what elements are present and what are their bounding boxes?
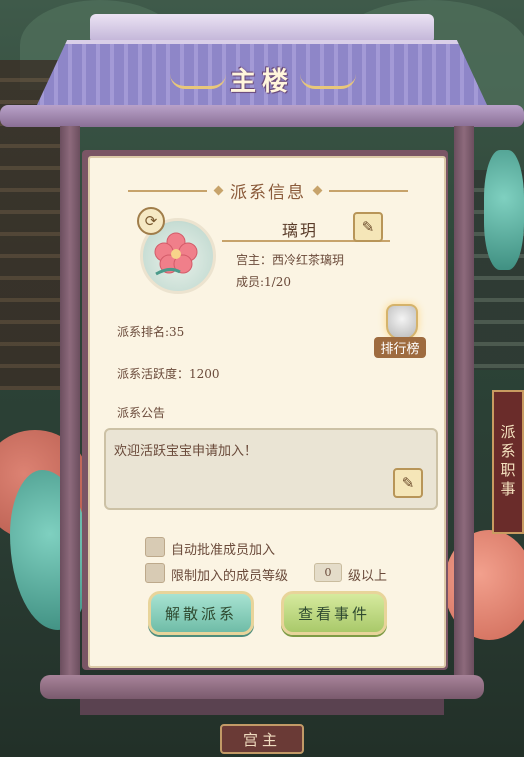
notice-text: 欢迎活跃宝宝申请加入！ — [114, 444, 258, 459]
activity-text: 派系活跃度：1200 — [117, 367, 220, 381]
divider — [329, 189, 408, 192]
panel-base-lower — [80, 699, 444, 715]
pencil-icon: ✎ — [361, 218, 375, 236]
disband-button[interactable]: 解散派系 — [148, 591, 254, 635]
title-plate: 主楼 — [176, 58, 348, 100]
pencil-icon: ✎ — [401, 474, 415, 492]
trophy-shield-icon — [386, 304, 418, 340]
diamond-ornament — [312, 185, 323, 196]
level-input[interactable]: 0 — [314, 563, 342, 582]
bottom-nav-tab[interactable]: 宫主 — [220, 724, 304, 754]
members-text: 成员:1/20 — [236, 275, 291, 289]
refresh-icon[interactable]: ⟳ — [137, 207, 165, 235]
section-header: 派系信息 — [128, 178, 408, 203]
auto-approve-label: 自动批准成员加入 — [171, 543, 276, 558]
background-sign: 派系职事 — [492, 390, 524, 534]
panel-base — [40, 675, 484, 699]
page-title: 主楼 — [229, 66, 294, 97]
game-scene: 派系职事 主楼 宫主 派系信息 ⟳ 璃玥 ✎ 宫主：西冷红茶璃玥 成员:1/20… — [0, 0, 524, 757]
auto-approve-checkbox[interactable] — [145, 537, 165, 557]
divider — [128, 189, 207, 192]
view-events-button[interactable]: 查看事件 — [281, 591, 387, 635]
rank-text: 派系排名:35 — [117, 325, 185, 339]
roof-ridge — [90, 14, 434, 44]
level-limit-suffix: 级以上 — [348, 569, 388, 584]
notice-label: 派系公告 — [117, 406, 166, 420]
diamond-ornament — [213, 185, 224, 196]
pink-flower-icon — [154, 232, 198, 276]
edit-notice-button[interactable]: ✎ — [393, 468, 423, 498]
leader-text: 宫主：西冷红茶璃玥 — [236, 253, 345, 267]
roof-eave — [0, 105, 524, 127]
ranking-button-label: 排行榜 — [374, 337, 426, 358]
pillar-left — [60, 126, 80, 686]
ranking-button[interactable]: 排行榜 — [374, 304, 426, 358]
edit-name-button[interactable]: ✎ — [353, 212, 383, 242]
level-limit-checkbox[interactable] — [145, 563, 165, 583]
background-tree — [484, 150, 524, 270]
section-title: 派系信息 — [230, 183, 306, 203]
pillar-right — [454, 126, 474, 686]
level-limit-label: 限制加入的成员等级 — [171, 569, 289, 584]
